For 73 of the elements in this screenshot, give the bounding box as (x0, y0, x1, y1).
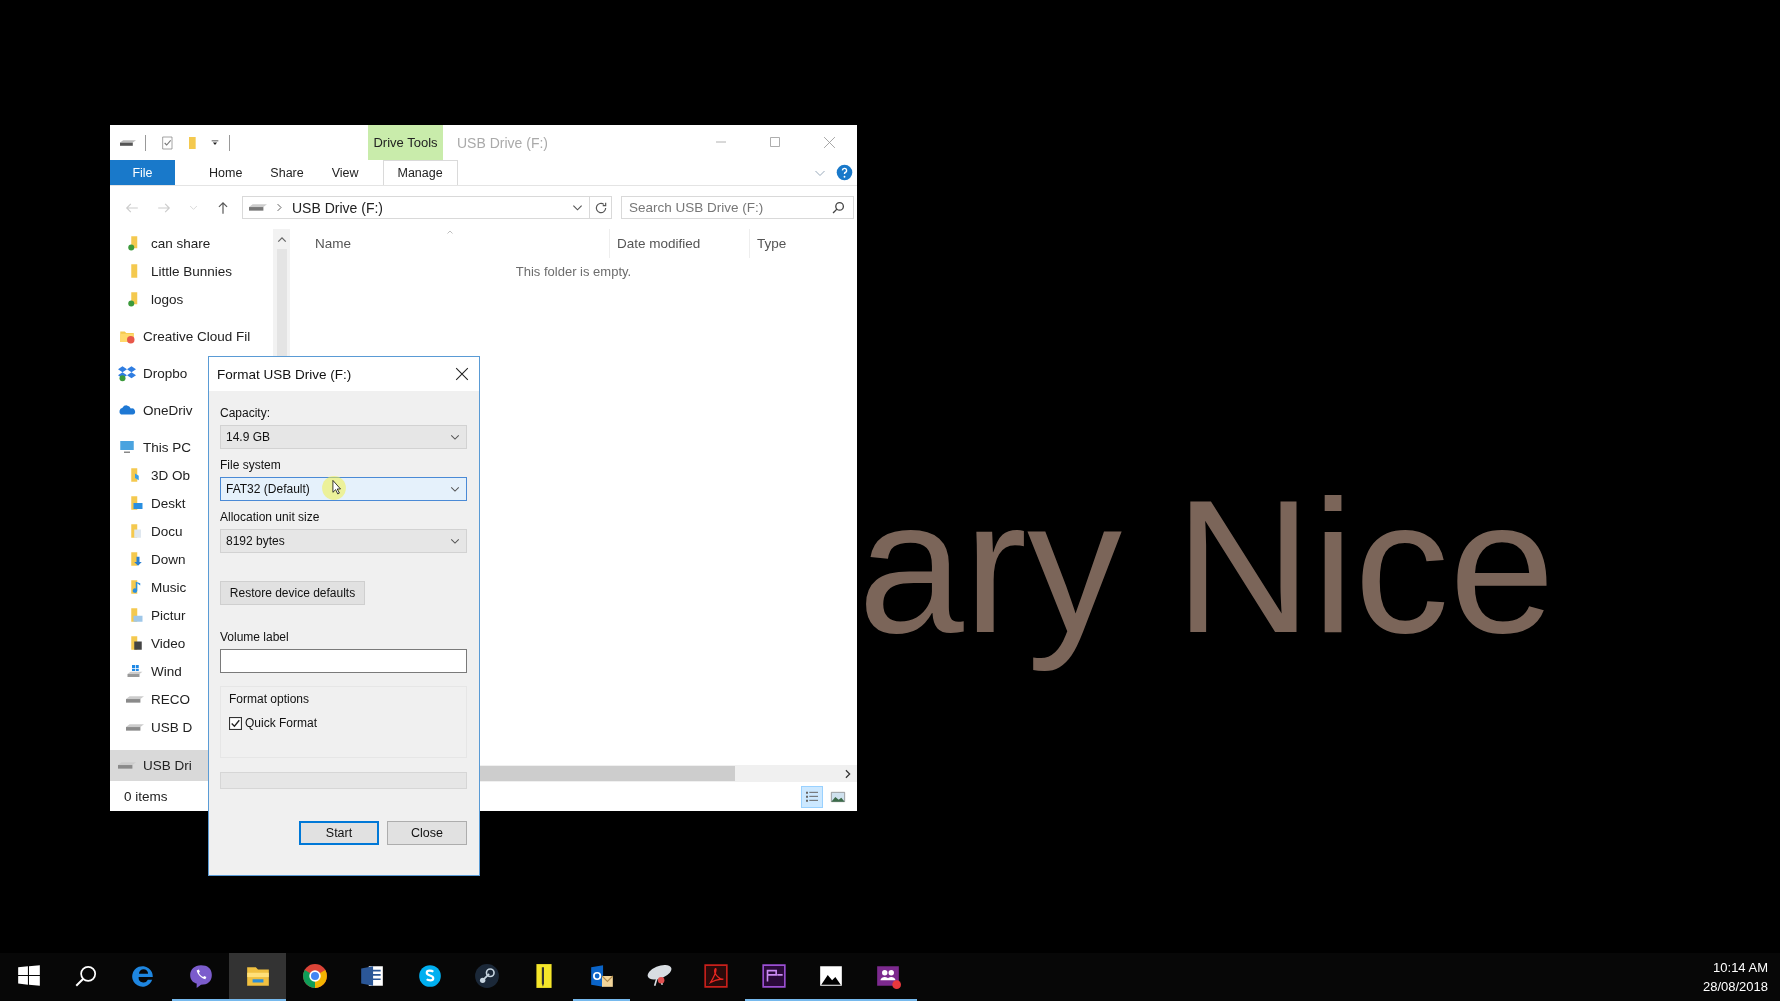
field-label: Capacity: (220, 406, 272, 421)
dropdown[interactable]: FAT32 (Default) (220, 477, 467, 501)
chat-bubble-icon (187, 963, 214, 989)
column-header[interactable]: Name (290, 229, 610, 258)
up-arrow-icon[interactable] (216, 200, 230, 215)
start-button[interactable]: Start (299, 821, 379, 845)
drive-icon (126, 723, 144, 731)
chevron-down-icon (450, 432, 460, 442)
restore-defaults-button[interactable]: Restore device defaults (220, 581, 365, 605)
mail-icon (588, 963, 615, 989)
properties-icon[interactable] (160, 134, 176, 151)
search-icon[interactable] (832, 201, 845, 214)
satellite-dish-icon (645, 963, 672, 989)
refresh-icon (593, 200, 608, 215)
computer-icon (118, 438, 136, 456)
drive-icon[interactable] (120, 139, 136, 146)
sidebar-item[interactable]: Wind (110, 657, 273, 685)
window-title: USB Drive (F:) (457, 134, 548, 151)
contextual-tab-header: Drive Tools (368, 125, 443, 160)
mouse-pointer-icon (321, 475, 347, 501)
field-label: Volume label (220, 630, 290, 645)
file-tab[interactable]: File (110, 160, 175, 185)
refresh-button[interactable] (590, 196, 612, 219)
checkbox[interactable] (229, 716, 242, 730)
address-bar[interactable]: USB Drive (F:) (242, 196, 590, 219)
view-button[interactable] (801, 785, 823, 808)
round-logo-icon (474, 963, 500, 989)
column-header[interactable]: Date modified (610, 229, 750, 258)
start-icon (15, 963, 42, 989)
boxes-icon (118, 364, 136, 382)
sidebar-item[interactable]: Little Bunnies (110, 257, 273, 285)
field-label: File system (220, 458, 282, 473)
group-label: Format options (229, 692, 311, 708)
people-icon (875, 963, 902, 989)
ribbon-tab[interactable]: Home (195, 160, 257, 185)
column-header[interactable]: Type (750, 229, 787, 258)
sidebar-item[interactable]: can share (110, 229, 273, 257)
clock[interactable]: 10:14 AM 28/08/2018 (1702, 953, 1780, 1001)
video-editor-icon (760, 963, 787, 989)
close-icon[interactable] (455, 367, 469, 381)
empty-folder-message: This folder is empty. (514, 264, 633, 279)
chevron-down-icon (450, 484, 460, 494)
checkbox-label[interactable]: Quick Format (245, 716, 317, 730)
ribbon-tab[interactable]: Manage (382, 160, 458, 185)
document-icon (359, 963, 386, 989)
ribbon-tab[interactable]: Share (256, 160, 318, 185)
browser-icon (302, 963, 329, 989)
image-icon (817, 963, 844, 989)
close-button[interactable]: Close (387, 821, 467, 845)
field-label: Allocation unit size (220, 510, 321, 525)
pdf-document-icon (703, 963, 730, 989)
dropdown[interactable]: 14.9 GB (220, 425, 467, 449)
drive-icon (126, 695, 144, 703)
dropdown[interactable]: 8192 bytes (220, 529, 467, 553)
chevron-right-icon (275, 203, 284, 212)
scroll-up-icon (276, 235, 287, 245)
item-count: 0 items (124, 789, 168, 804)
scroll-right-icon (843, 768, 853, 779)
help-icon[interactable] (836, 164, 853, 181)
sidebar-item[interactable]: Creative Cloud Fil (110, 322, 273, 350)
drive-icon (118, 762, 136, 769)
taskbar-button[interactable] (229, 953, 287, 1001)
volume-label-field[interactable] (220, 649, 467, 673)
search-field[interactable]: Search USB Drive (F:) (621, 196, 854, 219)
address-path[interactable]: USB Drive (F:) (292, 199, 383, 216)
chevron-down-icon (450, 536, 460, 546)
drive-icon (126, 662, 144, 680)
wallpaper-text: ary Nice (858, 459, 1555, 674)
sidebar-item[interactable]: logos (110, 285, 273, 313)
drive-icon (249, 204, 267, 211)
ribbon-tab[interactable]: View (317, 160, 373, 185)
chat-icon (416, 963, 443, 989)
dialog-title: Format USB Drive (F:) (217, 366, 352, 382)
